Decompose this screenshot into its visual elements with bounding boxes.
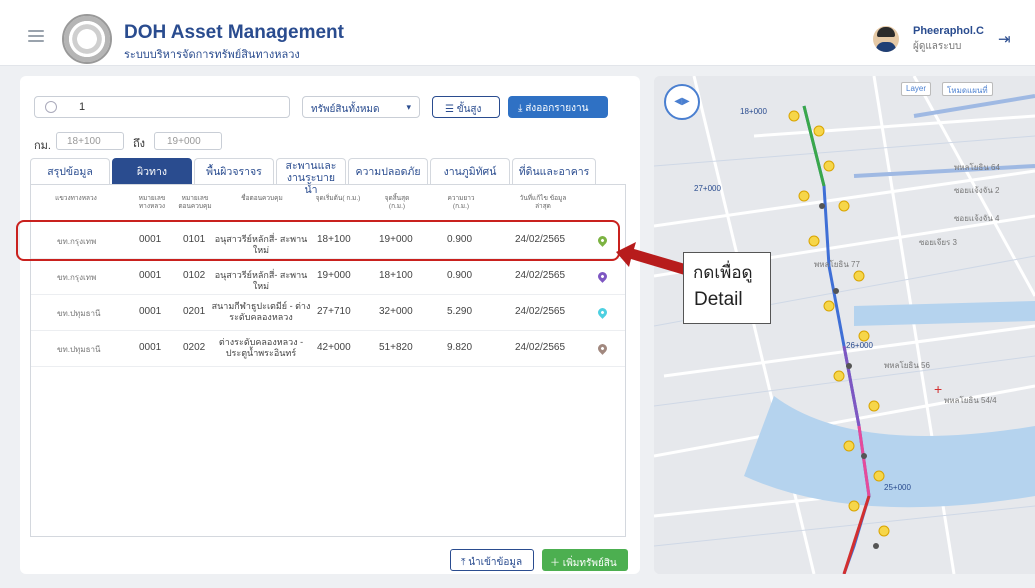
search-icon [45, 101, 57, 113]
svg-text:+: + [934, 381, 942, 397]
logout-icon[interactable]: ⇥ [998, 30, 1011, 48]
road-label: พหลโยธิน 64 [954, 163, 1000, 172]
row-highlight-annotation [16, 220, 620, 261]
road-label: ซอยเจียร 3 [919, 238, 957, 247]
table-row[interactable]: ขท.ปทุมธานี 0001 0201 สนามกีฬาธูปะเตมีย์… [31, 295, 625, 331]
cell-length: 5.290 [447, 306, 473, 317]
cell-start: 42+000 [317, 342, 351, 353]
col-section-name: ชื่อตอนควบคุม [241, 195, 283, 202]
search-input[interactable]: 1 [34, 96, 290, 118]
doh-logo [62, 14, 112, 64]
cell-end: 32+000 [379, 306, 413, 317]
cell-length: 9.820 [447, 342, 473, 353]
app-header: DOH Asset Management ระบบบริหารจัดการทรั… [0, 0, 1035, 66]
km-label: กม. [34, 140, 51, 152]
cell-highway: 0001 [139, 306, 162, 317]
map-basemap-select[interactable]: โหมดแผนที่ [942, 82, 993, 96]
cell-name: ต่างระดับคลองหลวง - ประตูน้ำพระอินทร์ [218, 337, 304, 358]
advanced-filter-button[interactable]: ☰ ขั้นสูง [432, 96, 500, 118]
cell-highway: 0001 [139, 342, 162, 353]
km-to-label: ถึง [133, 138, 146, 150]
plus-icon: ＋ [550, 558, 563, 569]
cell-section: 0201 [183, 306, 206, 317]
cell-date: 24/02/2565 [515, 342, 566, 353]
callout-line2: Detail [694, 289, 743, 310]
cell-start: 19+000 [317, 270, 351, 281]
asset-panel: 1 ทรัพย์สินทั้งหมด ▾ ☰ ขั้นสูง ⤓ ส่งออกร… [20, 76, 640, 574]
import-data-button[interactable]: ⤒ นำเข้าข้อมูล [450, 549, 534, 571]
avatar[interactable] [873, 26, 899, 52]
add-label: เพิ่มทรัพย์สิน [562, 558, 617, 569]
chevron-down-icon: ▾ [406, 102, 411, 112]
map-pin-icon[interactable] [596, 342, 609, 355]
road-label: พหลโยธิน 54/4 [944, 396, 997, 405]
tab-summary[interactable]: สรุปข้อมูล [30, 158, 110, 184]
cell-highway: 0001 [139, 270, 162, 281]
export-report-button[interactable]: ⤓ ส่งออกรายงาน [508, 96, 608, 118]
road-label: พหลโยธิน 56 [884, 361, 930, 370]
tab-land-buildings[interactable]: ที่ดินและอาคาร [512, 158, 596, 184]
search-value: 1 [79, 101, 86, 113]
km-marker: 25+000 [884, 483, 911, 492]
col-district: แขวงทางหลวง [55, 195, 97, 202]
cell-start: 27+710 [317, 306, 351, 317]
tab-pavement[interactable]: ผิวทาง [112, 158, 192, 184]
import-label: นำเข้าข้อมูล [468, 557, 523, 568]
cell-end: 51+820 [379, 342, 413, 353]
map-pin-icon[interactable] [596, 306, 609, 319]
map-view[interactable]: + ◀▶ Layer โหมดแผนที่ 18+000 27+000 26+0… [654, 76, 1035, 574]
cell-date: 24/02/2565 [515, 306, 566, 317]
category-tabs: สรุปข้อมูล ผิวทาง พื้นผิวจราจร สะพานและ … [30, 158, 626, 196]
km-to-input[interactable]: 19+000 [154, 132, 222, 150]
col-highway: หมายเลข ทางหลวง [138, 195, 166, 210]
km-marker: 27+000 [694, 184, 721, 193]
app-title: DOH Asset Management [124, 22, 344, 43]
road-label: พหลโยธิน 77 [814, 260, 860, 269]
asset-type-select[interactable]: ทรัพย์สินทั้งหมด ▾ [302, 96, 420, 118]
cell-length: 0.900 [447, 270, 473, 281]
km-from-input[interactable]: 18+100 [56, 132, 124, 150]
table-row[interactable]: ขท.กรุงเทพ 0001 0102 อนุสาวรีย์หลักสี่- … [31, 259, 625, 295]
cell-section: 0202 [183, 342, 206, 353]
km-marker: 26+000 [846, 341, 873, 350]
col-start: จุดเริ่มต้น( ก.ม.) [315, 195, 361, 202]
add-asset-button[interactable]: ＋ เพิ่มทรัพย์สิน [542, 549, 628, 571]
user-name: Pheeraphol.C [913, 25, 984, 37]
asset-type-label: ทรัพย์สินทั้งหมด [311, 104, 380, 115]
cell-end: 18+100 [379, 270, 413, 281]
cell-section: 0102 [183, 270, 206, 281]
callout-line1: กดเพื่อดู [693, 263, 753, 282]
export-label: ส่งออกรายงาน [525, 103, 589, 114]
user-role: ผู้ดูแลระบบ [913, 41, 962, 52]
road-label: ซอยแจ้งจัน 4 [954, 214, 1000, 223]
map-pan-control[interactable]: ◀▶ [664, 84, 700, 120]
tab-landscape[interactable]: งานภูมิทัศน์ [430, 158, 510, 184]
cell-district: ขท.ปทุมธานี [57, 345, 101, 354]
tab-safety[interactable]: ความปลอดภัย [348, 158, 428, 184]
map-pin-icon[interactable] [596, 270, 609, 283]
filter-icon: ☰ [445, 104, 457, 115]
advanced-label: ขั้นสูง [456, 104, 482, 115]
road-label: ซอยแจ้งจัน 2 [954, 186, 1000, 195]
col-section: หมายเลข ตอนควบคุม [178, 195, 212, 210]
menu-icon[interactable] [28, 30, 44, 42]
cell-district: ขท.กรุงเทพ [57, 273, 97, 282]
callout-arrow [616, 242, 692, 276]
map-canvas: + [654, 76, 1035, 574]
cell-name: สนามกีฬาธูปะเตมีย์ - ต่างระดับคลองหลวง [211, 301, 311, 322]
col-end: จุดสิ้นสุด (ก.ม.) [384, 195, 410, 210]
cell-name: อนุสาวรีย์หลักสี่- สะพานใหม่ [214, 270, 308, 291]
tab-bridges-drainage[interactable]: สะพานและ งานระบายน้ำ [276, 158, 346, 196]
tab-traffic-surface[interactable]: พื้นผิวจราจร [194, 158, 274, 184]
table-row[interactable]: ขท.ปทุมธานี 0001 0202 ต่างระดับคลองหลวง … [31, 331, 625, 367]
col-length: ความยาว (ก.ม.) [447, 195, 475, 210]
map-layer-select[interactable]: Layer [901, 82, 932, 96]
cell-date: 24/02/2565 [515, 270, 566, 281]
cell-district: ขท.ปทุมธานี [57, 309, 101, 318]
col-updated: วันที่แก้ไข ข้อมูลล่าสุด [519, 195, 567, 210]
app-subtitle: ระบบบริหารจัดการทรัพย์สินทางหลวง [124, 49, 300, 61]
km-marker: 18+000 [740, 107, 767, 116]
